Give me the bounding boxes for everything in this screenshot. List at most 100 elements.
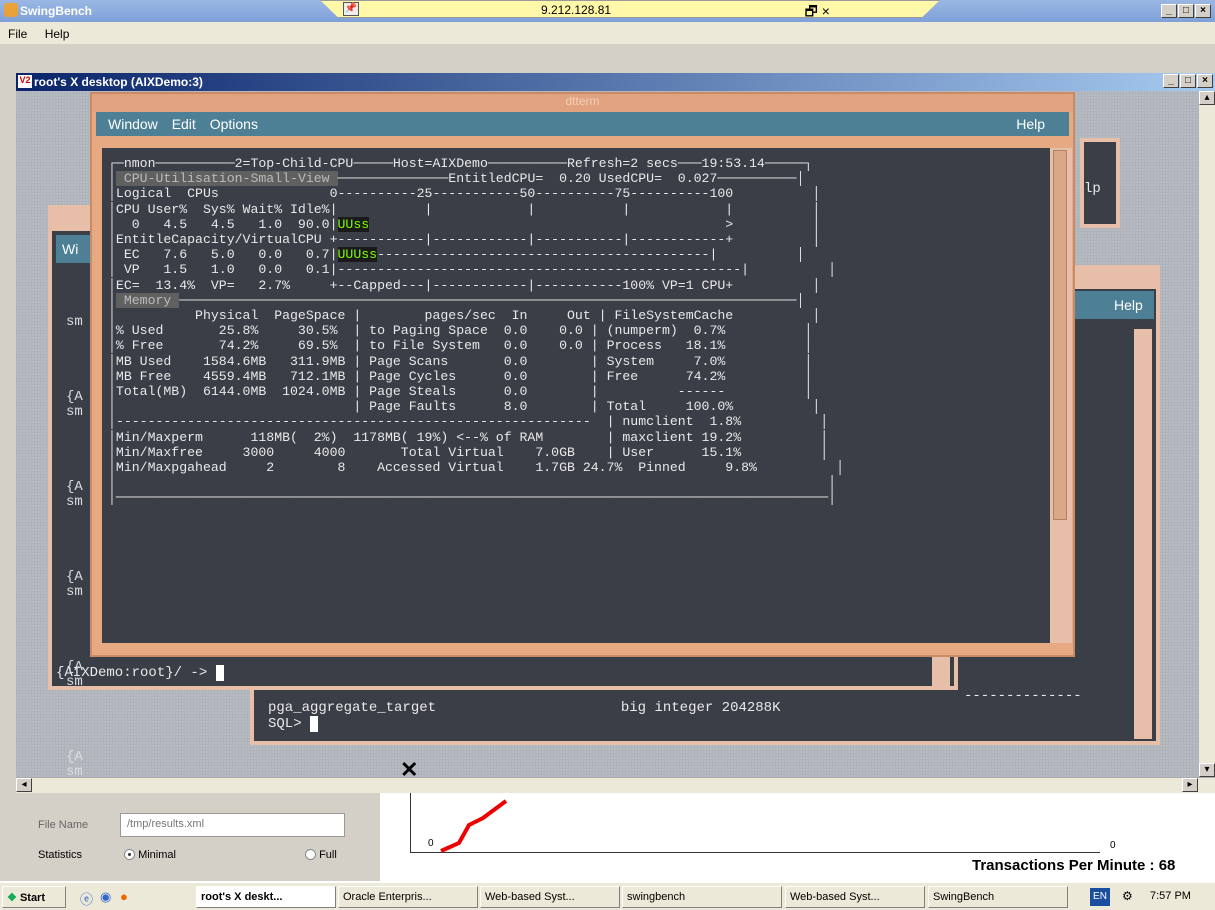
task-web-based-1[interactable]: Web-based Syst... <box>480 886 620 908</box>
vnc-window-title: root's X desktop (AIXDemo:3) <box>34 75 203 89</box>
language-indicator[interactable]: EN <box>1090 888 1110 906</box>
tpm-line <box>440 799 508 853</box>
browser-icon[interactable]: ◉ <box>100 889 111 905</box>
sql-separator: -------------- <box>964 688 1082 704</box>
clock: 7:57 PM <box>1150 890 1191 902</box>
vnc-vertical-scrollbar[interactable]: ▴ ▾ <box>1199 91 1215 781</box>
shell-partial-lines: sm {A sm {A sm {A sm {A sm {A sm <box>66 314 83 780</box>
vnc-minimize-button[interactable]: _ <box>1163 74 1179 88</box>
menu-window[interactable]: Window <box>108 116 158 132</box>
task-x-desktop[interactable]: root's X deskt... <box>196 886 336 908</box>
pin-icon[interactable]: 📌 <box>343 2 359 16</box>
scroll-down-icon[interactable]: ▾ <box>1199 763 1215 777</box>
nmon-line: │Logical CPUs 0----------25-----------50… <box>108 186 821 202</box>
dtterm-scrollbar[interactable] <box>1050 148 1072 643</box>
vnc-icon: V2 <box>18 75 32 88</box>
config-panel: File Name /tmp/results.xml Statistics Mi… <box>0 793 380 881</box>
task-swingbench[interactable]: SwingBench <box>928 886 1068 908</box>
cursor-x-icon: ✕ <box>400 757 419 782</box>
ie-icon[interactable]: ⓔ <box>80 889 93 908</box>
nmon-line: │ │ <box>108 475 837 491</box>
tpm-readout: Transactions Per Minute : 68 <box>972 857 1176 874</box>
tpm-chart <box>410 793 1100 853</box>
vnc-close-button[interactable]: × <box>1197 74 1213 88</box>
radio-unselected-icon <box>305 849 316 860</box>
nmon-line: │Min/Maxperm 118MB( 2%) 1178MB( 19%) <--… <box>108 429 829 445</box>
nmon-line: │Min/Maxfree 3000 4000 Total Virtual 7.0… <box>108 444 829 460</box>
sql-scrollbar[interactable] <box>1134 329 1152 739</box>
task-oracle-enterprise[interactable]: Oracle Enterpris... <box>338 886 478 908</box>
nmon-line: │EntitleCapacity/VirtualCPU +-----------… <box>108 232 821 248</box>
windows-logo-icon: ❖ <box>7 892 17 904</box>
scroll-left-icon[interactable]: ◂ <box>16 778 32 792</box>
nmon-line: ┌─nmon──────────2=Top-Child-CPU─────Host… <box>108 156 813 171</box>
dtterm-titlebar: dtterm <box>92 94 1073 112</box>
maximize-button[interactable]: □ <box>1178 4 1194 18</box>
scroll-right-icon[interactable]: ▸ <box>1182 778 1198 792</box>
file-name-input[interactable]: /tmp/results.xml <box>120 813 345 837</box>
sql-prompt[interactable]: SQL> <box>268 716 319 732</box>
start-button[interactable]: ❖ Start <box>2 886 66 908</box>
tpm-chart-svg <box>440 799 508 853</box>
nmon-line: │ | Page Faults 8.0 | Total 100.0% │ <box>108 399 821 415</box>
nmon-line: │ Memory ───────────────────────────────… <box>108 292 805 308</box>
menu-edit[interactable]: Edit <box>172 116 196 132</box>
sql-output-line: pga_aggregate_target big integer 204288K <box>268 700 781 716</box>
radio-full[interactable]: Full <box>305 849 337 861</box>
nmon-line: │ EC 7.6 5.0 0.0 0.7|UUUss--------------… <box>108 247 805 263</box>
scrollbar-thumb[interactable] <box>1053 150 1067 520</box>
task-swingbench-console[interactable]: swingbench <box>622 886 782 908</box>
vnc-window-controls: _ □ × <box>1163 74 1213 88</box>
nmon-line: │ 0 4.5 4.5 1.0 90.0|UUss > │ <box>108 216 821 232</box>
nmon-output: ┌─nmon──────────2=Top-Child-CPU─────Host… <box>102 148 1050 506</box>
vnc-connection-bar: 📌 9.212.128.81 _ 🗗 × <box>320 0 940 18</box>
nmon-screen[interactable]: ┌─nmon──────────2=Top-Child-CPU─────Host… <box>102 148 1050 643</box>
minimize-button[interactable]: _ <box>1161 4 1177 18</box>
radio-minimal[interactable]: Minimal <box>124 849 176 861</box>
nmon-line: │MB Free 4559.4MB 712.1MB | Page Cycles … <box>108 368 813 384</box>
menu-bar: File Help <box>0 22 1215 44</box>
menu-help[interactable]: Help <box>1016 116 1045 132</box>
nmon-line: │% Used 25.8% 30.5% | to Paging Space 0.… <box>108 323 813 339</box>
tray-icon[interactable]: ⚙ <box>1122 889 1133 903</box>
nmon-line: │% Free 74.2% 69.5% | to File System 0.0… <box>108 338 813 354</box>
vnc-desktop-titlebar: V2 root's X desktop (AIXDemo:3) _ □ × <box>16 73 1215 91</box>
sql-prompt-text: SQL> <box>268 716 311 732</box>
task-web-based-2[interactable]: Web-based Syst... <box>785 886 925 908</box>
scroll-up-icon[interactable]: ▴ <box>1199 91 1215 105</box>
menu-help[interactable]: Help <box>45 27 70 41</box>
nmon-line: │---------------------------------------… <box>108 414 829 430</box>
left-gutter <box>0 73 16 793</box>
nmon-line: │CPU User% Sys% Wait% Idle%| | | | | │ <box>108 201 821 217</box>
nmon-line: │Total(MB) 6144.0MB 1024.0MB | Page Stea… <box>108 384 813 400</box>
taskbar: ❖ Start ⓔ ◉ ● root's X deskt... Oracle E… <box>0 881 1215 910</box>
radio-selected-icon <box>124 849 135 860</box>
nmon-line: │───────────────────────────────────────… <box>108 490 837 506</box>
dtterm-title: dtterm <box>565 94 600 108</box>
close-button[interactable]: × <box>1195 4 1211 18</box>
firefox-icon[interactable]: ● <box>120 889 128 904</box>
sql-help-menu[interactable]: Help <box>1074 291 1154 319</box>
chart-zero-right: 0 <box>1110 840 1116 851</box>
nmon-line: │Min/Maxpgahead 2 8 Accessed Virtual 1.7… <box>108 460 844 476</box>
partial-help-text: lp <box>1084 181 1101 197</box>
nmon-line: │ VP 1.5 1.0 0.0 0.1|-------------------… <box>108 262 837 278</box>
dtterm-window[interactable]: dtterm Window Edit Options Help ┌─nmon──… <box>90 92 1075 657</box>
vnc-maximize-button[interactable]: □ <box>1180 74 1196 88</box>
vnc-horizontal-scrollbar[interactable]: ◂ ▸ <box>16 777 1215 793</box>
dtterm-menubar: Window Edit Options Help <box>96 112 1069 136</box>
nmon-line: │EC= 13.4% VP= 2.7% +--Capped---|-------… <box>108 277 821 293</box>
nmon-line: │ Physical PageSpace | pages/sec In Out … <box>108 308 821 324</box>
chart-zero-left: 0 <box>428 838 434 849</box>
menu-options[interactable]: Options <box>210 116 258 132</box>
nmon-line: │MB Used 1584.6MB 311.9MB | Page Scans 0… <box>108 353 813 369</box>
nmon-line: │ CPU-Utilisation-Small-View ───────────… <box>108 171 805 187</box>
file-name-label: File Name <box>38 819 89 831</box>
statistics-label: Statistics <box>38 849 83 861</box>
window-title: SwingBench <box>20 4 93 18</box>
connection-address: 9.212.128.81 <box>541 3 612 17</box>
menu-file[interactable]: File <box>8 27 27 41</box>
swingbench-app-icon <box>4 3 18 17</box>
window-controls: _ □ × <box>1161 4 1211 18</box>
background-window-fragment: lp <box>1080 138 1120 228</box>
